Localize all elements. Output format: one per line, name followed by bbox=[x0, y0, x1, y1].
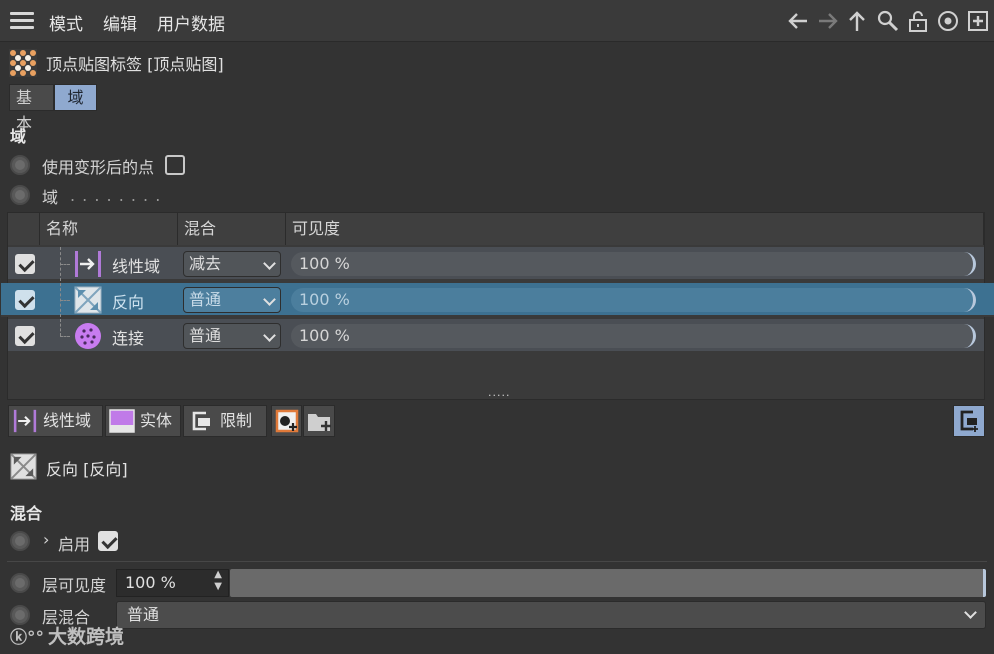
animate-radio-icon[interactable] bbox=[10, 185, 30, 205]
chevron-down-icon bbox=[263, 293, 276, 306]
invert-icon bbox=[74, 286, 102, 314]
chevron-down-icon bbox=[263, 257, 276, 270]
connect-icon bbox=[74, 322, 102, 350]
row-name[interactable]: 线性域 bbox=[112, 253, 160, 277]
column-header-name[interactable]: 名称 bbox=[40, 213, 178, 245]
field-dots: . . . . . . . . bbox=[70, 186, 162, 205]
field-section-heading: 域 bbox=[10, 127, 27, 146]
chevron-down-icon bbox=[964, 606, 977, 619]
add-layer-button[interactable] bbox=[271, 405, 302, 437]
menu-edit[interactable]: 编辑 bbox=[103, 10, 137, 35]
row-name[interactable]: 反向 bbox=[112, 289, 144, 313]
field-options-button[interactable] bbox=[953, 405, 985, 437]
field-label: 域 bbox=[42, 188, 59, 207]
resize-grip[interactable]: ..... bbox=[488, 387, 510, 398]
add-folder-button[interactable] bbox=[303, 405, 335, 437]
use-deformed-label: 使用变形后的点 bbox=[42, 158, 155, 177]
object-title: 顶点贴图标签 [顶点贴图] bbox=[46, 55, 224, 74]
add-linear-field-button[interactable]: 线性域 bbox=[8, 405, 103, 437]
search-icon[interactable] bbox=[876, 9, 900, 33]
vertex-map-tag-icon bbox=[9, 49, 37, 77]
up-arrow-icon[interactable] bbox=[845, 9, 869, 33]
add-solid-button[interactable]: 实体 bbox=[105, 405, 181, 437]
row-blend-select[interactable]: 普通 bbox=[183, 287, 281, 313]
table-row[interactable]: 线性域 减去 100 % bbox=[8, 247, 984, 281]
add-layer-icon bbox=[275, 409, 299, 433]
watermark: ⓚ°° 大数跨境 bbox=[10, 626, 125, 648]
limit-icon bbox=[192, 411, 210, 431]
watermark-logo-icon: ⓚ°° bbox=[10, 628, 44, 648]
column-header-enable bbox=[8, 213, 40, 245]
field-list: 名称 混合 可见度 线性域 减去 100 % 反向 普通 100 % 连接 普通 bbox=[1, 212, 994, 400]
blend-section-heading: 混合 bbox=[10, 504, 43, 523]
row-enable-checkbox[interactable] bbox=[15, 254, 35, 274]
row-visibility-slider[interactable]: 100 % bbox=[291, 324, 976, 348]
table-row[interactable]: 连接 普通 100 % bbox=[8, 319, 984, 353]
table-row-selected[interactable]: 反向 普通 100 % bbox=[1, 283, 994, 317]
animate-radio-icon[interactable] bbox=[10, 531, 30, 551]
row-enable-checkbox[interactable] bbox=[15, 290, 35, 310]
hamburger-menu-icon[interactable] bbox=[10, 12, 34, 30]
use-deformed-checkbox[interactable] bbox=[165, 155, 185, 175]
row-enable-checkbox[interactable] bbox=[15, 326, 35, 346]
chevron-down-icon bbox=[263, 329, 276, 342]
column-header-visibility[interactable]: 可见度 bbox=[286, 213, 984, 245]
layer-visibility-slider[interactable] bbox=[230, 569, 986, 597]
menubar: 模式 编辑 用户数据 bbox=[0, 0, 994, 42]
linear-field-icon bbox=[13, 409, 37, 433]
row-visibility-slider[interactable]: 100 % bbox=[291, 252, 976, 276]
add-limit-button[interactable]: 限制 bbox=[183, 405, 267, 437]
row-blend-select[interactable]: 普通 bbox=[183, 323, 281, 349]
back-arrow-icon[interactable] bbox=[786, 9, 810, 33]
stepper-icon: ▲ ▼ bbox=[214, 569, 222, 592]
folder-add-icon bbox=[308, 414, 331, 431]
layer-visibility-input[interactable]: 100 % ▲ ▼ bbox=[116, 569, 229, 597]
selected-layer-title: 反向 [反向] bbox=[46, 460, 128, 479]
row-name[interactable]: 连接 bbox=[112, 325, 144, 349]
enable-checkbox[interactable] bbox=[98, 531, 118, 551]
enable-label: 启用 bbox=[58, 535, 91, 554]
tab-basic[interactable]: 基本 bbox=[9, 84, 54, 133]
menu-user-data[interactable]: 用户数据 bbox=[157, 10, 225, 35]
menu-mode[interactable]: 模式 bbox=[49, 10, 83, 35]
row-blend-select[interactable]: 减去 bbox=[183, 251, 281, 277]
field-add-toolbar: 线性域 实体 限制 bbox=[7, 402, 985, 438]
lock-icon[interactable] bbox=[906, 9, 930, 33]
layer-blend-select[interactable]: 普通 bbox=[116, 601, 986, 629]
field-options-icon bbox=[960, 410, 978, 432]
animate-radio-icon[interactable] bbox=[10, 573, 30, 593]
layer-visibility-label: 层可见度 bbox=[42, 576, 107, 595]
new-panel-icon[interactable] bbox=[966, 9, 990, 33]
solid-field-icon bbox=[109, 409, 135, 433]
chevron-right-icon[interactable]: › bbox=[43, 530, 49, 549]
target-icon[interactable] bbox=[936, 9, 960, 33]
forward-arrow-icon[interactable] bbox=[816, 9, 840, 33]
linear-field-icon bbox=[74, 250, 102, 278]
row-visibility-slider[interactable]: 100 % bbox=[291, 288, 976, 312]
invert-icon bbox=[10, 453, 37, 480]
column-header-blend[interactable]: 混合 bbox=[178, 213, 286, 245]
animate-radio-icon[interactable] bbox=[10, 155, 30, 175]
tab-field[interactable]: 域 bbox=[54, 84, 97, 111]
divider bbox=[7, 561, 987, 562]
